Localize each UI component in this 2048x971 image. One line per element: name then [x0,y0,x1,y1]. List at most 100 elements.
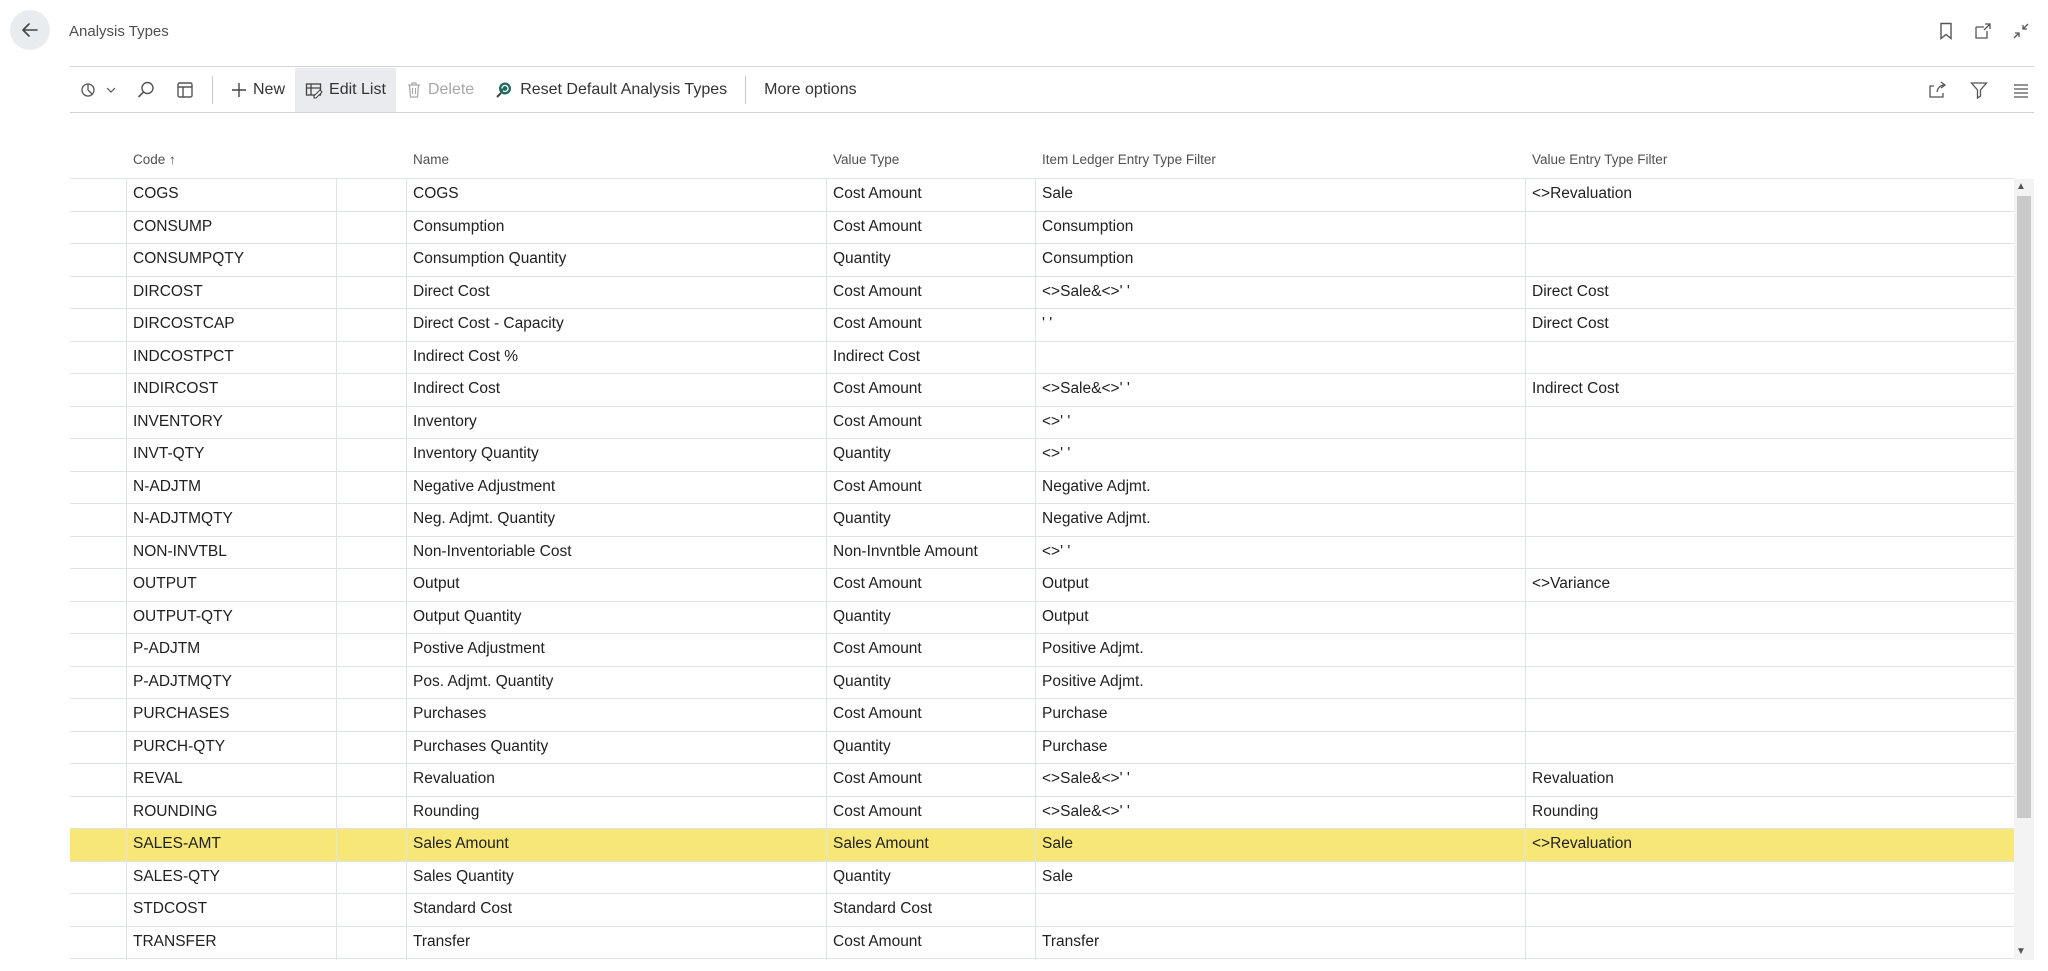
scroll-up-arrow-icon[interactable]: ▲ [2016,181,2026,192]
cell-name[interactable]: Negative Adjustment [413,478,555,496]
column-header-item-ledger-entry-type-filter[interactable]: Item Ledger Entry Type Filter [1042,152,1216,167]
cell-name[interactable]: Inventory Quantity [413,445,539,463]
cell-code[interactable]: INDCOSTPCT [133,348,234,366]
scroll-down-arrow-icon[interactable]: ▼ [2016,946,2026,957]
table-row[interactable]: ROUNDING Rounding Cost Amount <>Sale&<>' ' R… [70,795,2014,829]
cell-code[interactable]: ROUNDING [133,803,217,821]
new-button[interactable]: New [221,68,295,112]
cell-name[interactable]: Consumption [413,218,504,236]
cell-value-type[interactable]: Cost Amount [833,575,922,593]
cell-code[interactable]: CONSUMP [133,218,212,236]
cell-item-ledger[interactable]: Sale [1042,185,1073,203]
cell-item-ledger[interactable]: <>Sale&<>' ' [1042,770,1130,788]
cell-name[interactable]: Inventory [413,413,477,431]
cell-value-type[interactable]: Quantity [833,673,891,691]
cell-name[interactable]: COGS [413,185,459,203]
table-row[interactable]: INVENTORY Inventory Cost Amount <>' ' [70,405,2014,439]
cell-name[interactable]: Purchases Quantity [413,738,548,756]
cell-name[interactable]: Rounding [413,803,479,821]
cell-item-ledger[interactable]: Purchase [1042,738,1107,756]
cell-value-type[interactable]: Cost Amount [833,478,922,496]
cell-value-entry[interactable]: Revaluation [1532,770,1614,788]
cell-value-type[interactable]: Cost Amount [833,803,922,821]
cell-value-type[interactable]: Cost Amount [833,640,922,658]
cell-name[interactable]: Neg. Adjmt. Quantity [413,510,555,528]
analyze-toggle[interactable] [70,68,126,112]
cell-value-type[interactable]: Cost Amount [833,315,922,333]
table-row[interactable]: INDIRCOST Indirect Cost Cost Amount <>Sale&… [70,373,2014,406]
collapse-icon[interactable] [2012,22,2030,40]
cell-item-ledger[interactable]: <>Sale&<>' ' [1042,803,1130,821]
cell-item-ledger[interactable]: <>' ' [1042,543,1070,561]
cell-value-type[interactable]: Quantity [833,250,891,268]
table-row[interactable]: DIRCOST Direct Cost Cost Amount <>Sale&<>' … [70,275,2014,309]
cell-code[interactable]: DIRCOST [133,283,203,301]
cell-value-entry[interactable]: Rounding [1532,803,1598,821]
table-row[interactable]: PURCH-QTY Purchases Quantity Quantity Purch… [70,730,2014,764]
cell-code[interactable]: CONSUMPQTY [133,250,244,268]
table-row[interactable]: SALES-QTY Sales Quantity Quantity Sale [70,860,2014,894]
cell-value-type[interactable]: Standard Cost [833,900,932,918]
more-options-button[interactable]: More options [754,68,867,112]
cell-item-ledger[interactable]: <>' ' [1042,413,1070,431]
cell-code[interactable]: INDIRCOST [133,380,218,398]
cell-value-type[interactable]: Cost Amount [833,705,922,723]
table-row[interactable]: REVAL Revaluation Cost Amount <>Sale&<>' ' R… [70,763,2014,796]
cell-value-type[interactable]: Cost Amount [833,770,922,788]
table-row[interactable]: P-ADJTM Postive Adjustment Cost Amount Posi… [70,633,2014,666]
table-row[interactable]: NON-INVTBL Non-Inventoriable Cost Non-Invn… [70,535,2014,569]
cell-code[interactable]: N-ADJTM [133,478,201,496]
table-row[interactable]: OUTPUT Output Cost Amount Output <>Variance [70,568,2014,601]
cell-name[interactable]: Purchases [413,705,486,723]
cell-value-type[interactable]: Sales Amount [833,835,929,853]
cell-name[interactable]: Indirect Cost [413,380,500,398]
scrollbar-thumb[interactable] [2017,196,2031,818]
table-row[interactable]: COGS COGS Cost Amount Sale <>Revaluation [70,178,2014,211]
cell-value-entry[interactable]: <>Revaluation [1532,835,1632,853]
cell-name[interactable]: Indirect Cost % [413,348,518,366]
cell-value-type[interactable]: Cost Amount [833,185,922,203]
table-row[interactable]: CONSUMP Consumption Cost Amount Consumption [70,210,2014,244]
cell-code[interactable]: COGS [133,185,179,203]
open-new-window-icon[interactable] [1974,22,1992,40]
cell-name[interactable]: Sales Amount [413,835,509,853]
cell-value-type[interactable]: Indirect Cost [833,348,920,366]
search-button[interactable] [126,68,166,112]
cell-code[interactable]: OUTPUT-QTY [133,608,233,626]
cell-value-entry[interactable]: Indirect Cost [1532,380,1619,398]
cell-code[interactable]: PURCHASES [133,705,229,723]
cell-code[interactable]: N-ADJTMQTY [133,510,233,528]
cell-value-type[interactable]: Non-Invntble Amount [833,543,978,561]
cell-item-ledger[interactable]: Consumption [1042,250,1133,268]
edit-list-button[interactable]: Edit List [295,68,396,112]
cell-value-type[interactable]: Quantity [833,608,891,626]
cell-value-entry[interactable]: Direct Cost [1532,315,1609,333]
cell-item-ledger[interactable]: <>' ' [1042,445,1070,463]
share-icon[interactable] [1928,81,1946,99]
cell-code[interactable]: P-ADJTM [133,640,200,658]
back-button[interactable] [10,10,50,50]
cell-item-ledger[interactable]: ' ' [1042,315,1052,333]
cell-item-ledger[interactable]: <>Sale&<>' ' [1042,283,1130,301]
cell-value-type[interactable]: Quantity [833,510,891,528]
reset-default-analysis-types-button[interactable]: Reset Default Analysis Types [484,68,737,112]
table-row[interactable]: N-ADJTM Negative Adjustment Cost Amount Neg… [70,470,2014,504]
cell-name[interactable]: Revaluation [413,770,495,788]
cell-code[interactable]: SALES-AMT [133,835,221,853]
cell-item-ledger[interactable]: Output [1042,575,1089,593]
cell-item-ledger[interactable]: Positive Adjmt. [1042,640,1144,658]
cell-name[interactable]: Consumption Quantity [413,250,566,268]
personalize-button[interactable] [166,68,204,112]
list-view-icon[interactable] [2012,81,2030,99]
cell-code[interactable]: P-ADJTMQTY [133,673,232,691]
cell-value-type[interactable]: Quantity [833,445,891,463]
cell-name[interactable]: Standard Cost [413,900,512,918]
column-header-value-entry-type-filter[interactable]: Value Entry Type Filter [1532,152,1667,167]
table-row[interactable]: TRANSFER Transfer Cost Amount Transfer [70,925,2014,959]
cell-value-type[interactable]: Cost Amount [833,218,922,236]
cell-code[interactable]: NON-INVTBL [133,543,227,561]
table-row[interactable]: STDCOST Standard Cost Standard Cost [70,893,2014,926]
cell-value-type[interactable]: Quantity [833,738,891,756]
cell-value-type[interactable]: Quantity [833,868,891,886]
cell-code[interactable]: PURCH-QTY [133,738,225,756]
